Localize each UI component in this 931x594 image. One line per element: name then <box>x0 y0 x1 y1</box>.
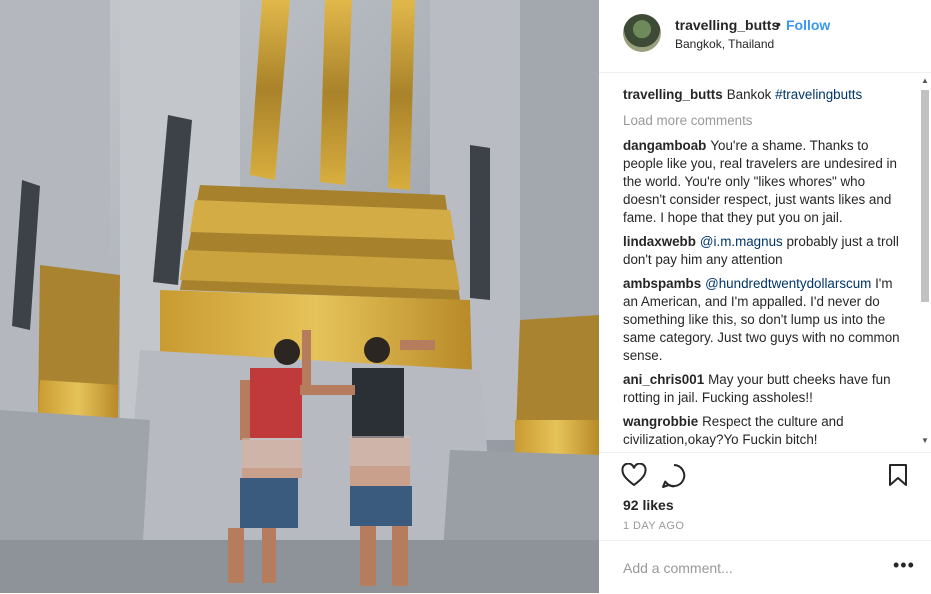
heart-icon[interactable] <box>621 462 647 492</box>
bookmark-icon[interactable] <box>888 463 908 492</box>
comment-item: dangamboab You're a shame. Thanks to peop… <box>623 137 905 227</box>
comment-username[interactable]: ani_chris001 <box>623 372 704 387</box>
caption-hashtag[interactable]: #travelingbutts <box>775 87 862 102</box>
post-header: travelling_butts • Follow Bangkok, Thail… <box>599 0 931 73</box>
comment-mention[interactable]: @hundredtwentydollarscum <box>705 276 871 291</box>
scroll-up-arrow-icon[interactable]: ▲ <box>921 76 929 85</box>
likes-count[interactable]: 92 likes <box>623 497 674 513</box>
comments-scrollbar[interactable]: ▲ ▼ <box>919 74 931 450</box>
temple-photo <box>0 0 599 593</box>
comment-item: lindaxwebb @i.m.magnus probably just a tr… <box>623 233 905 269</box>
more-options-icon[interactable]: ••• <box>893 555 915 576</box>
load-more-comments[interactable]: Load more comments <box>623 112 905 130</box>
location-link[interactable]: Bangkok, Thailand <box>675 37 774 51</box>
comment-item: ani_chris001 May your butt cheeks have fu… <box>623 371 905 407</box>
comment-username[interactable]: lindaxwebb <box>623 234 696 249</box>
comment-username[interactable]: ambspambs <box>623 276 701 291</box>
scroll-down-arrow-icon[interactable]: ▼ <box>921 436 929 445</box>
instagram-post: travelling_butts • Follow Bangkok, Thail… <box>0 0 931 593</box>
post-photo[interactable] <box>0 0 599 593</box>
comment-mention[interactable]: @i.m.magnus <box>700 234 783 249</box>
scrollbar-thumb[interactable] <box>921 90 929 302</box>
comment-item: wangrobbie Respect the culture and civili… <box>623 413 905 449</box>
post-date: 1 DAY AGO <box>623 520 685 532</box>
header-username[interactable]: travelling_butts <box>675 17 779 33</box>
avatar[interactable] <box>623 14 661 52</box>
caption-username[interactable]: travelling_butts <box>623 87 723 102</box>
follow-button[interactable]: Follow <box>786 17 830 33</box>
caption: travelling_butts Bankok #travelingbutts <box>623 86 905 104</box>
comment-item: ambspambs @hundredtwentydollarscum I'm an… <box>623 275 905 365</box>
caption-text: Bankok <box>726 87 772 102</box>
header-separator: • <box>776 16 781 32</box>
comment-icon[interactable] <box>661 463 687 494</box>
comment-username[interactable]: wangrobbie <box>623 414 698 429</box>
comment-username[interactable]: dangamboab <box>623 138 706 153</box>
post-sidebar: travelling_butts • Follow Bangkok, Thail… <box>599 0 931 593</box>
comment-input[interactable] <box>621 555 885 581</box>
comments-list: travelling_butts Bankok #travelingbutts L… <box>623 86 905 450</box>
add-comment-bar: ••• <box>599 540 931 594</box>
